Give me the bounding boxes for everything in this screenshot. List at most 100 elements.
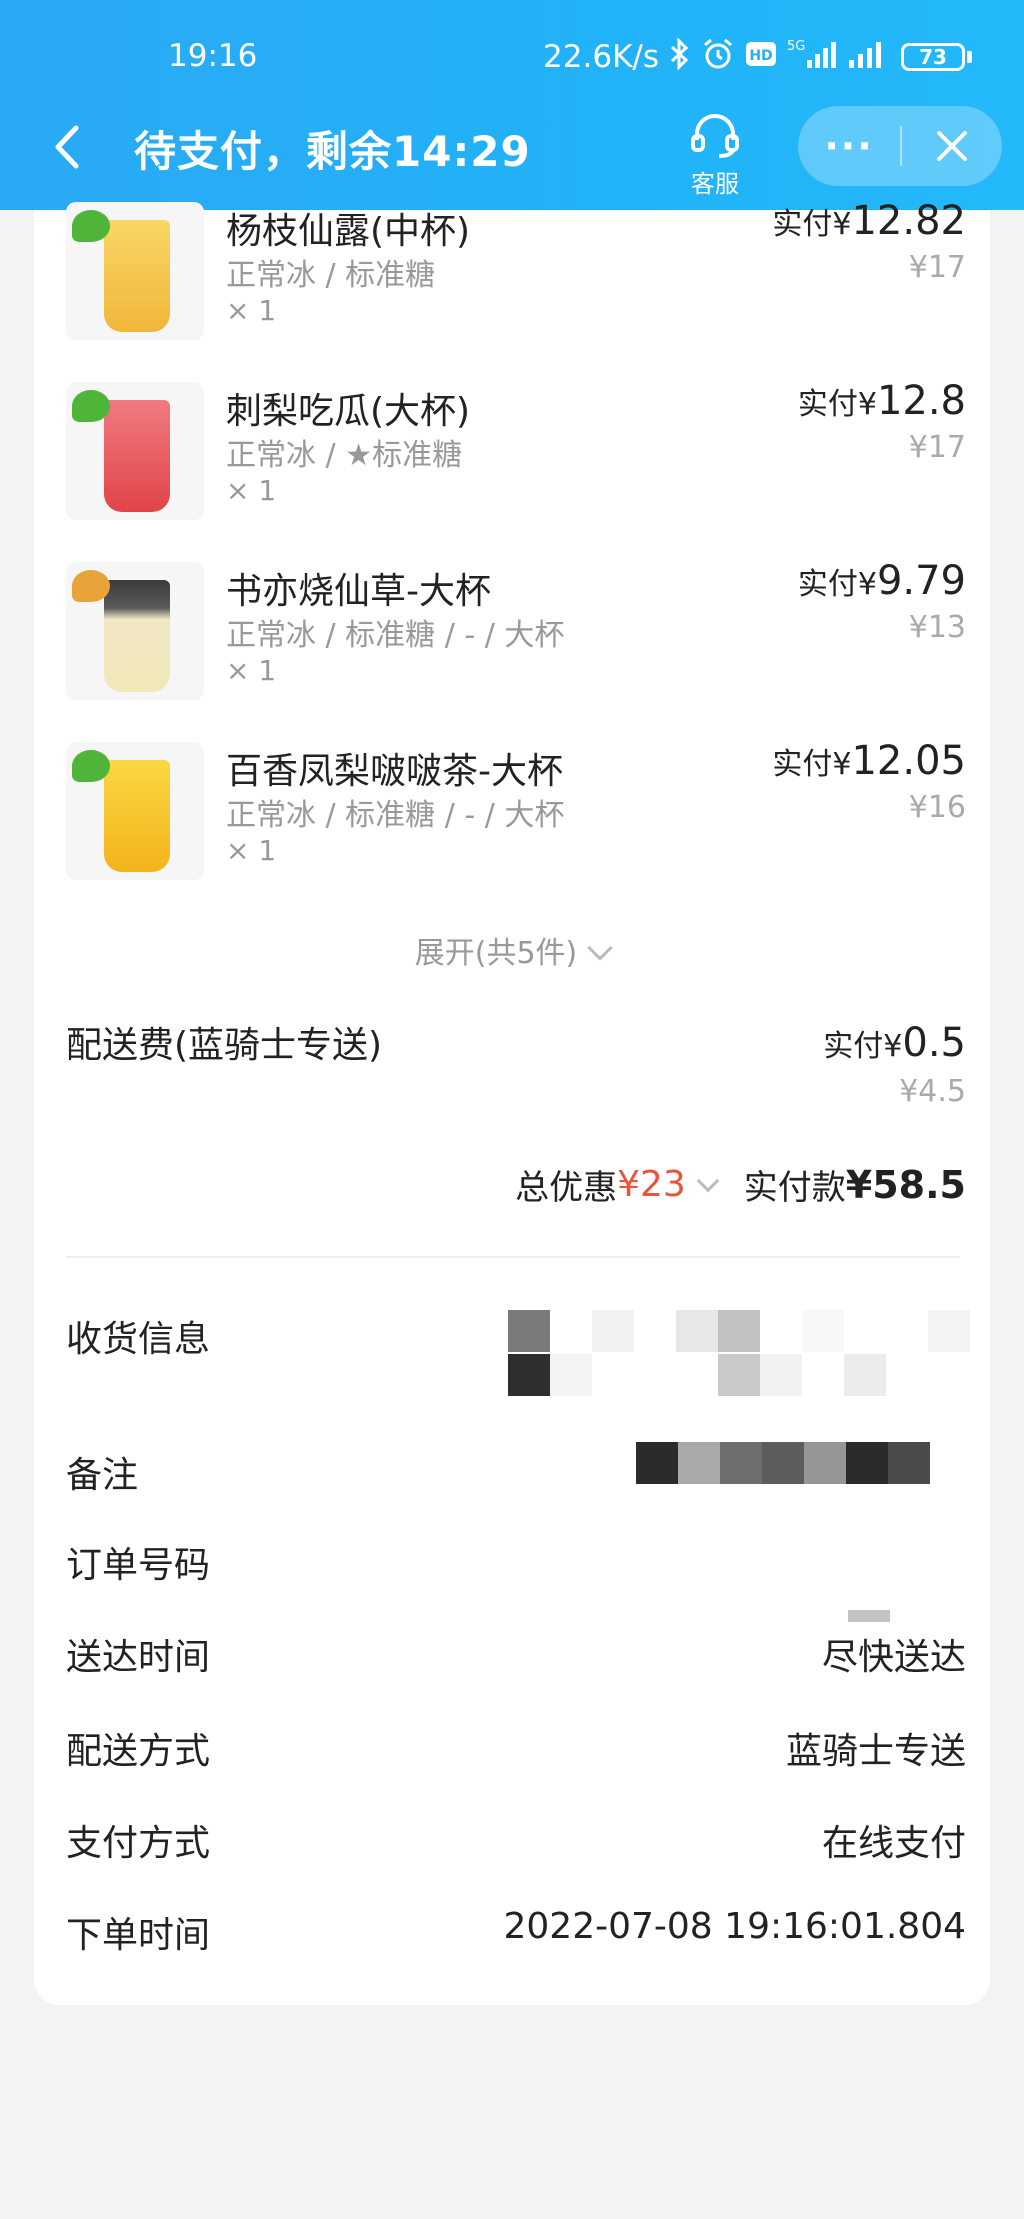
cup-graphic	[104, 220, 170, 332]
pay-amount: 0.5	[902, 1020, 966, 1066]
item-qty: × 1	[226, 294, 277, 327]
item-name: 书亦烧仙草-大杯	[226, 571, 491, 612]
delivery-time-label: 送达时间	[66, 1637, 211, 1678]
signal-icon	[847, 38, 891, 75]
status-icons: 22.6K/s HD 5G 73	[543, 37, 972, 75]
bluetooth-icon	[669, 37, 691, 75]
chevron-down-icon	[587, 935, 613, 961]
item-name: 刺梨吃瓜(大杯)	[226, 391, 471, 432]
order-time-label: 下单时间	[66, 1915, 211, 1956]
more-icon: ···	[824, 124, 874, 168]
product-image	[66, 382, 204, 520]
delivery-method-label: 配送方式	[66, 1731, 211, 1772]
more-button[interactable]: ···	[798, 106, 900, 186]
delivery-method-value: 蓝骑士专送	[785, 1731, 966, 1772]
svg-text:HD: HD	[749, 48, 772, 64]
product-image	[66, 742, 204, 880]
currency: ¥	[857, 567, 877, 602]
cup-graphic	[104, 580, 170, 692]
delivery-fee-pay: 实付¥0.5	[823, 1020, 966, 1066]
original-price: ¥16	[908, 790, 966, 825]
item-pay: 实付¥9.79	[798, 558, 966, 604]
cup-graphic	[104, 760, 170, 872]
product-tag	[72, 210, 110, 242]
hd-icon: HD	[745, 40, 777, 73]
back-button[interactable]	[48, 122, 88, 172]
payment-method-value: 在线支付	[821, 1823, 966, 1864]
paid-amount: ¥58.5	[845, 1162, 966, 1207]
divider	[66, 1256, 960, 1258]
pay-amount: 12.05	[851, 738, 966, 784]
delivery-time-value: 尽快送达	[821, 1637, 966, 1678]
status-time: 19:16	[168, 38, 258, 74]
item-pay: 实付¥12.05	[772, 738, 966, 784]
expand-label: 展开(共5件)	[414, 936, 578, 971]
pay-label: 实付	[797, 567, 858, 602]
discount-label: 总优惠	[515, 1168, 618, 1208]
payment-method-label: 支付方式	[66, 1823, 211, 1864]
product-tag	[72, 390, 110, 422]
order-number-redacted	[848, 1610, 908, 1624]
5g-signal-icon: 5G	[787, 38, 837, 75]
item-spec: 正常冰 / ★标准糖	[226, 438, 463, 473]
item-pay: 实付¥12.82	[772, 198, 966, 244]
receiver-info-label: 收货信息	[66, 1319, 211, 1360]
order-item[interactable]: 刺梨吃瓜(大杯) 正常冰 / ★标准糖 × 1 实付¥12.8 ¥17	[66, 378, 966, 532]
cup-graphic	[104, 400, 170, 512]
currency: ¥	[857, 387, 877, 422]
pay-label: 实付	[823, 1029, 884, 1064]
status-bar: 19:16 22.6K/s HD 5G 73	[0, 37, 1024, 82]
remark-redacted	[636, 1442, 968, 1486]
item-spec: 正常冰 / 标准糖 / - / 大杯	[226, 798, 565, 833]
headset-icon	[691, 114, 739, 158]
customer-service-button[interactable]: 客服	[682, 112, 748, 199]
pay-amount: 12.8	[876, 378, 966, 424]
chevron-left-icon	[55, 125, 79, 169]
top-bar: 19:16 22.6K/s HD 5G 73 待支付，剩余14:29 客服 ··…	[0, 0, 1024, 210]
close-button[interactable]	[902, 106, 1002, 186]
product-tag	[72, 750, 110, 782]
battery-level: 73	[901, 42, 965, 71]
order-item[interactable]: 百香凤梨啵啵茶-大杯 正常冰 / 标准糖 / - / 大杯 × 1 实付¥12.…	[66, 738, 966, 892]
pay-label: 实付	[772, 207, 833, 242]
item-qty: × 1	[226, 474, 277, 507]
chevron-down-icon[interactable]	[696, 1169, 720, 1192]
svg-text:5G: 5G	[787, 39, 805, 54]
currency: ¥	[832, 747, 852, 782]
battery-icon: 73	[901, 42, 972, 71]
delivery-fee-label: 配送费(蓝骑士专送)	[66, 1025, 383, 1066]
item-name: 杨枝仙露(中杯)	[226, 211, 471, 252]
close-icon	[937, 131, 967, 161]
page-title: 待支付，剩余14:29	[134, 127, 531, 176]
item-spec: 正常冰 / 标准糖 / - / 大杯	[226, 618, 565, 653]
mini-program-capsule: ···	[798, 106, 1002, 186]
pay-amount: 9.79	[876, 558, 966, 604]
original-price: ¥13	[908, 610, 966, 645]
alarm-icon	[701, 38, 735, 75]
product-image	[66, 562, 204, 700]
product-image	[66, 202, 204, 340]
customer-service-label: 客服	[691, 170, 739, 198]
receiver-info-redacted	[508, 1310, 970, 1400]
order-time-value: 2022-07-08 19:16:01.804	[503, 1906, 967, 1947]
totals-row: 总优惠 ¥23 实付款 ¥58.5	[515, 1160, 966, 1209]
discount-amount[interactable]: ¥23	[617, 1164, 686, 1205]
remark-label: 备注	[66, 1455, 139, 1496]
item-qty: × 1	[226, 834, 277, 867]
order-card: 杨枝仙露(中杯) 正常冰 / 标准糖 × 1 实付¥12.82 ¥17 刺梨吃瓜…	[34, 198, 990, 2005]
order-number-label: 订单号码	[66, 1545, 211, 1586]
currency: ¥	[832, 207, 852, 242]
order-item[interactable]: 书亦烧仙草-大杯 正常冰 / 标准糖 / - / 大杯 × 1 实付¥9.79 …	[66, 558, 966, 712]
net-speed: 22.6K/s	[543, 38, 659, 75]
pay-label: 实付	[772, 747, 833, 782]
pay-label: 实付	[797, 387, 858, 422]
expand-items-button[interactable]: 展开(共5件)	[34, 928, 990, 972]
item-pay: 实付¥12.8	[798, 378, 966, 424]
original-price: ¥17	[908, 250, 966, 285]
order-item[interactable]: 杨枝仙露(中杯) 正常冰 / 标准糖 × 1 实付¥12.82 ¥17	[66, 198, 966, 352]
item-qty: × 1	[226, 654, 277, 687]
delivery-fee-original: ¥4.5	[899, 1074, 966, 1109]
original-price: ¥17	[908, 430, 966, 465]
paid-label: 实付款	[743, 1168, 846, 1208]
pay-amount: 12.82	[851, 198, 966, 244]
